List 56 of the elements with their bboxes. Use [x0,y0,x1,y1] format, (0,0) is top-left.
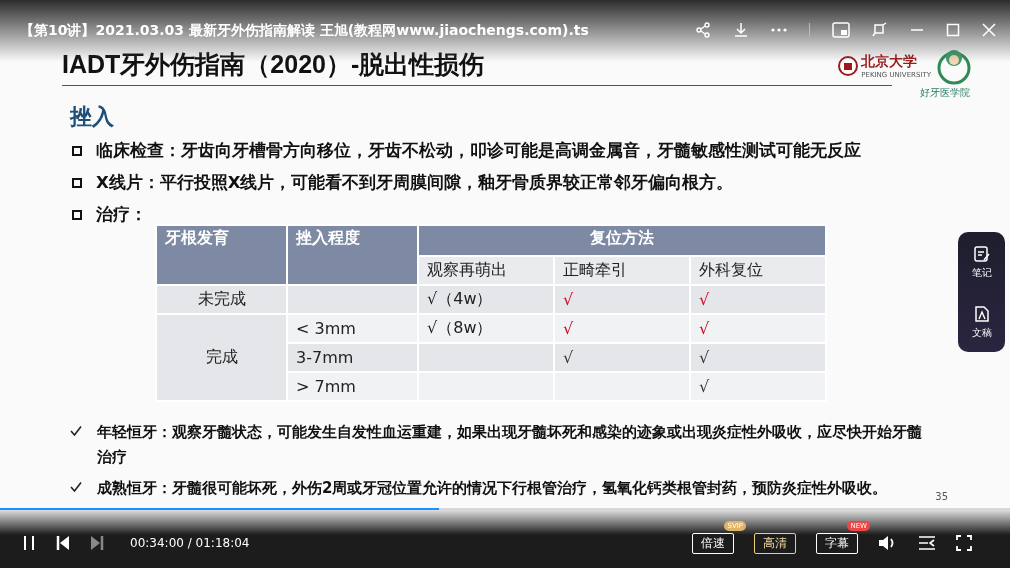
logo-caption: 好牙医学院 [920,86,970,100]
section-heading: 挫入 [70,103,115,131]
table-cell: > 7mm [296,377,356,396]
side-panel-button[interactable]: 文稿 [971,304,992,340]
table-header: 外科复位 [690,256,826,285]
check-bullet-icon [70,425,82,437]
table-cell: < 3mm [296,319,356,338]
table-cell: 未完成 [156,285,287,314]
table-cell: √ [699,290,710,309]
close-icon[interactable] [982,23,996,37]
table-header: 复位方法 [418,225,826,256]
table-cell: √ [563,290,574,309]
maximize-icon[interactable] [946,23,960,37]
table-header: 挫入程度 [287,225,418,285]
table-header: 观察再萌出 [418,256,554,285]
table-cell: √ [699,377,710,396]
note-text: 年轻恒牙：观察牙髓状态，可能发生自发性血运重建，如果出现牙髓坏死和感染的迹象或出现炎症性外吸收，应尽快开始牙髓治疗 [97,422,923,468]
player-option-button[interactable]: 字幕 [816,533,858,554]
player-option-button[interactable]: 倍速 [692,533,734,554]
bullet-text: 治疗： [96,204,147,226]
table-cell: 3-7mm [296,348,354,367]
square-bullet-icon [72,178,82,188]
university-seal-icon [838,56,859,76]
table-header: 牙根发育 [156,225,287,285]
note-pen-icon [972,244,991,263]
playlist-icon[interactable] [918,535,936,551]
table-cell: √ [699,348,710,367]
previous-icon[interactable] [56,535,70,551]
next-icon[interactable] [90,535,104,551]
table-cell: √ [563,319,574,338]
player-option-button[interactable]: 高清 [754,533,796,554]
bullet-text: 临床检查：牙齿向牙槽骨方向移位，牙齿不松动，叩诊可能是高调金属音，牙髓敏感性测试可能无反应 [96,140,861,162]
square-bullet-icon [72,210,82,220]
picture-in-picture-icon[interactable] [832,22,850,38]
share-icon[interactable] [695,22,711,38]
download-icon[interactable] [733,22,749,38]
window-title: 【第10讲】2021.03.03 最新牙外伤指南解读 王旭(教程网www.jiaochengs.com).ts [20,22,589,40]
document-icon [972,304,991,323]
playback-time: 00:34:00 / 01:18:04 [130,536,250,550]
table-header: 正畸牵引 [554,256,690,285]
page-number: 35 [935,491,948,502]
check-bullet-icon [70,481,82,493]
table-cell: √（4w） [427,289,493,308]
table-cell: √ [563,348,574,367]
more-icon[interactable] [771,28,787,32]
table-cell: 完成 [156,314,287,401]
fullscreen-icon[interactable] [956,535,972,551]
note-text: 成熟恒牙：牙髓很可能坏死，外伤2周或牙冠位置允许的情况下行根管治疗，氢氧化钙类根管封药，预防炎症性外吸收。 [97,478,888,499]
side-panel-button[interactable]: 笔记 [971,244,992,280]
university-name: 北京大学 [861,53,919,71]
slide-title: IADT牙外伤指南（2020）-脱出性损伤 [62,50,485,78]
table-cell: √（8w） [427,318,493,337]
bullet-text: X线片：平行投照X线片，可能看不到牙周膜间隙，釉牙骨质界较正常邻牙偏向根方。 [96,172,734,194]
square-bullet-icon [72,146,82,156]
pause-icon[interactable] [22,535,36,551]
table-cell: √ [699,319,710,338]
